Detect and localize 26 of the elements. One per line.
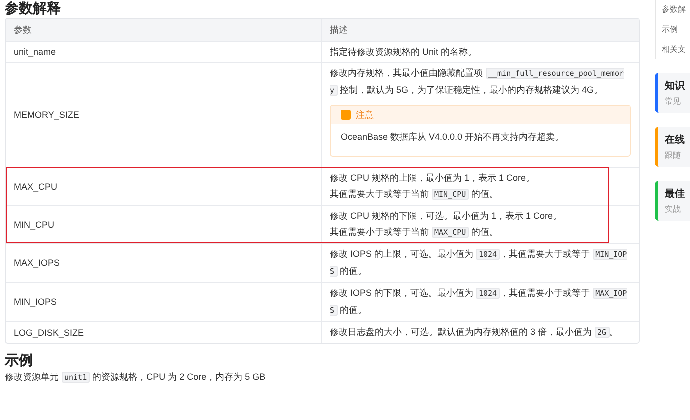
section-heading: 示例 xyxy=(5,352,34,370)
card-subtitle: 实战 xyxy=(665,204,682,215)
toc-link[interactable]: 示例 xyxy=(662,24,690,35)
card-subtitle: 跟随 xyxy=(665,150,682,161)
promo-card[interactable]: 最佳 实战 xyxy=(655,181,690,221)
param-name: MIN_CPU xyxy=(14,220,55,230)
toc-link[interactable]: 参数解 xyxy=(662,4,690,15)
notice-title: 注意 xyxy=(356,109,374,122)
column-header: 描述 xyxy=(330,24,348,37)
promo-card[interactable]: 知识 常见 xyxy=(655,73,690,113)
card-subtitle: 常见 xyxy=(665,96,682,107)
promo-card[interactable]: 在线 跟随 xyxy=(655,127,690,167)
notice-text: OceanBase 数据库从 V4.0.0.0 开始不再支持内存超卖。 xyxy=(340,131,566,144)
card-title: 在线 xyxy=(665,134,686,147)
column-header: 参数 xyxy=(14,24,32,36)
param-name: LOG_DISK_SIZE xyxy=(14,328,84,338)
param-name: unit_name xyxy=(14,47,56,57)
card-title: 知识 xyxy=(665,80,686,93)
param-name: MAX_IOPS xyxy=(14,258,60,268)
section-heading: 参数解释 xyxy=(5,0,62,18)
card-title: 最佳 xyxy=(665,188,686,201)
param-name: MIN_IOPS xyxy=(14,297,58,307)
param-description: 指定待修改资源规格的 Unit 的名称。 xyxy=(330,46,478,59)
param-name: MAX_CPU xyxy=(14,182,58,192)
toc-link[interactable]: 相关文 xyxy=(662,44,690,55)
param-name: MEMORY_SIZE xyxy=(14,110,80,120)
